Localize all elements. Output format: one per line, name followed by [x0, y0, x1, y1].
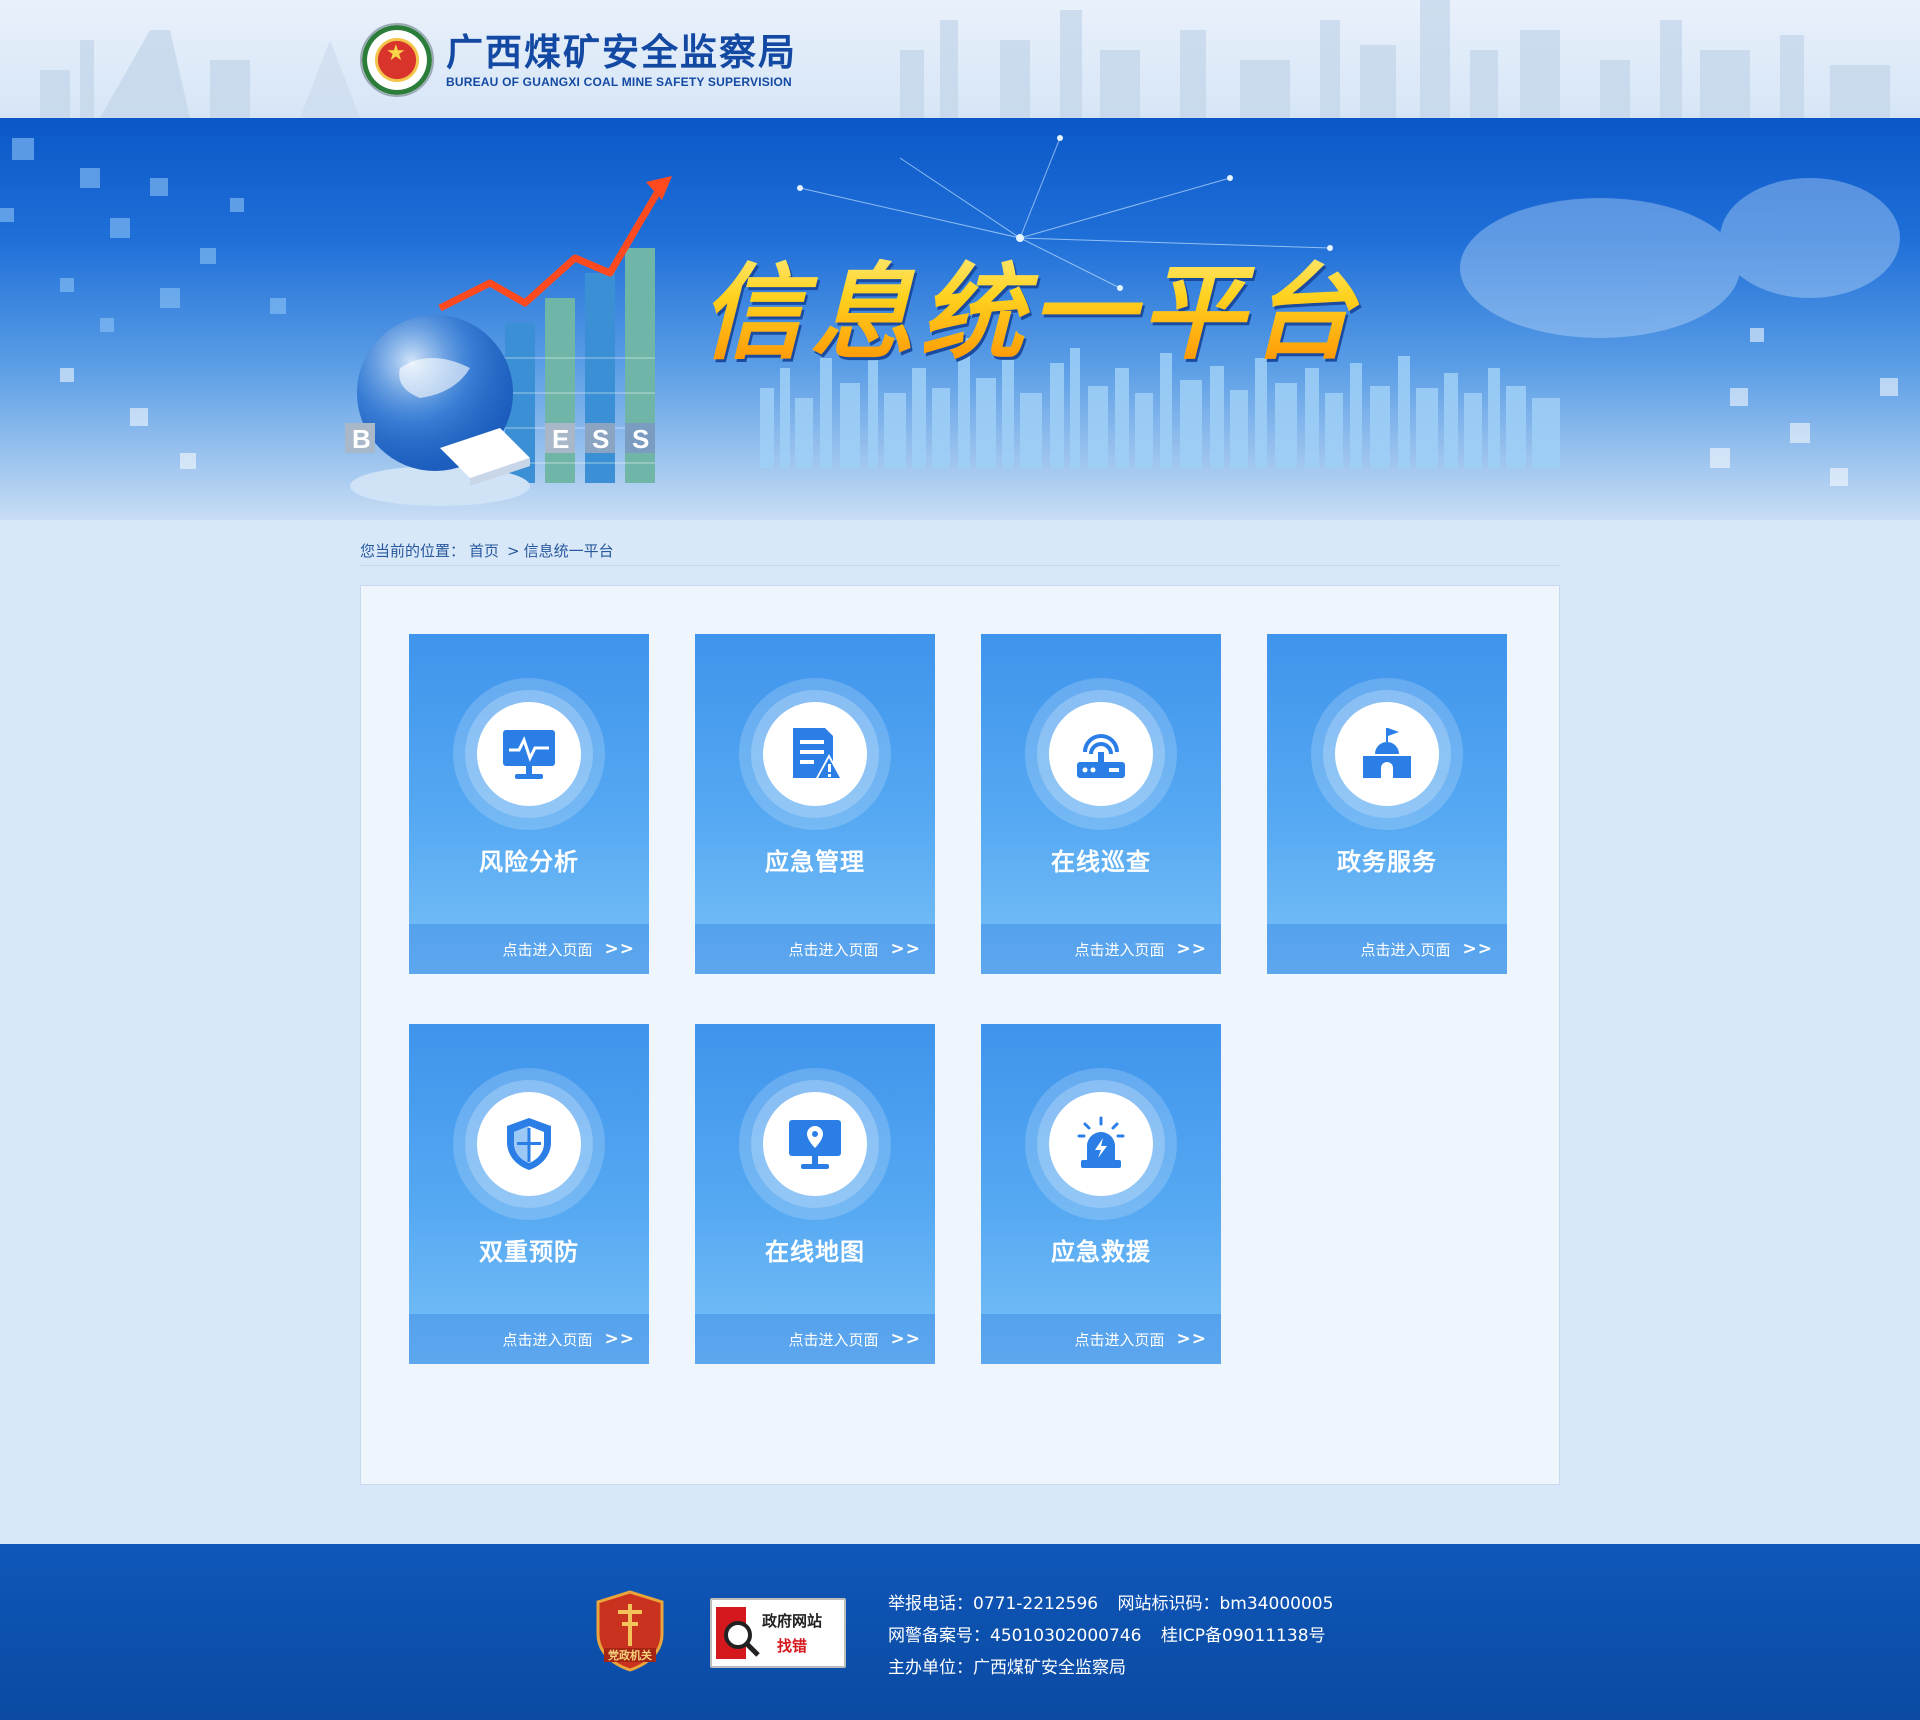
card-label: 双重预防 — [479, 1238, 579, 1266]
magnifier-icon — [716, 1607, 760, 1659]
card-dual-prevention[interactable]: 双重预防 点击进入页面 >> — [409, 1024, 649, 1364]
map-monitor-icon — [789, 1120, 841, 1169]
national-emblem-icon: ★ — [360, 23, 434, 97]
breadcrumb-prefix: 您当前的位置： — [360, 542, 466, 560]
org-name-cn: 广西煤矿安全监察局 — [446, 31, 797, 74]
card-online-inspection[interactable]: 在线巡查 点击进入页面 >> — [981, 634, 1221, 974]
breadcrumb: 您当前的位置： 首页 > 信息统一平台 — [360, 536, 1560, 566]
card-label: 政务服务 — [1337, 848, 1437, 876]
block-letter-s1: S — [592, 424, 609, 454]
card-enter-link[interactable]: 点击进入页面 >> — [1267, 924, 1507, 974]
org-name-en: BUREAU OF GUANGXI COAL MINE SAFETY SUPER… — [446, 75, 792, 89]
report-phone: 举报电话：0771-2212596 — [888, 1594, 1099, 1614]
shield-icon — [507, 1118, 551, 1170]
card-enter-link[interactable]: 点击进入页面 >> — [409, 1314, 649, 1364]
svg-text:党政机关: 党政机关 — [608, 1648, 652, 1662]
party-government-badge[interactable]: 党政机关 — [594, 1590, 666, 1672]
gov-site-error-report-button[interactable]: 政府网站 找错 — [710, 1598, 846, 1668]
block-letter-s2: S — [632, 424, 649, 454]
card-enter-link[interactable]: 点击进入页面 >> — [409, 924, 649, 974]
card-enter-link[interactable]: 点击进入页面 >> — [695, 924, 935, 974]
card-government-service[interactable]: 政务服务 点击进入页面 >> — [1267, 634, 1507, 974]
footer-info: 举报电话：0771-2212596 网站标识码：bm34000005 网警备案号… — [888, 1588, 1347, 1684]
breadcrumb-separator: > — [507, 541, 520, 560]
double-chevron-icon: >> — [604, 939, 635, 959]
double-chevron-icon: >> — [604, 1329, 635, 1349]
double-chevron-icon: >> — [1176, 1329, 1207, 1349]
card-enter-link[interactable]: 点击进入页面 >> — [981, 924, 1221, 974]
card-enter-link[interactable]: 点击进入页面 >> — [695, 1314, 935, 1364]
icp-record[interactable]: 桂ICP备09011138号 — [1161, 1626, 1326, 1646]
site-logo[interactable]: ★ 广西煤矿安全监察局 BUREAU OF GUANGXI COAL MINE … — [360, 22, 797, 98]
double-chevron-icon: >> — [890, 939, 921, 959]
site-code: 网站标识码：bm34000005 — [1117, 1594, 1334, 1614]
card-label: 在线巡查 — [1051, 848, 1151, 876]
card-enter-link[interactable]: 点击进入页面 >> — [981, 1314, 1221, 1364]
card-label: 应急管理 — [765, 848, 865, 876]
breadcrumb-current: 信息统一平台 — [523, 542, 614, 560]
party-government-emblem-icon: 党政机关 — [596, 1590, 664, 1672]
card-online-map[interactable]: 在线地图 点击进入页面 >> — [695, 1024, 935, 1364]
top-header: ★ 广西煤矿安全监察局 BUREAU OF GUANGXI COAL MINE … — [0, 0, 1920, 118]
breadcrumb-home-link[interactable]: 首页 — [469, 540, 499, 561]
gov-site-label: 政府网站 — [762, 1612, 823, 1630]
card-emergency-management[interactable]: 应急管理 点击进入页面 >> — [695, 634, 935, 974]
card-label: 风险分析 — [479, 848, 579, 876]
block-letter-e: E — [552, 424, 569, 454]
error-report-label: 找错 — [777, 1637, 808, 1655]
alarm-siren-icon — [1077, 1116, 1125, 1168]
document-warning-icon — [793, 728, 843, 780]
police-record[interactable]: 网警备案号：45010302000746 — [888, 1626, 1141, 1646]
monitor-pulse-icon — [503, 730, 555, 779]
site-footer: 党政机关 政府网站 找错 举报电话：0771-2212596 网站标识码：bm3… — [0, 1544, 1920, 1720]
app-grid-panel: 风险分析 点击进入页面 >> 应急管理 点击进入页面 >> 在线巡查 点击进入页… — [360, 585, 1560, 1485]
banner-title: 信息统一平台 — [700, 228, 1360, 379]
double-chevron-icon: >> — [1462, 939, 1493, 959]
government-building-icon — [1363, 728, 1411, 778]
skyline-background — [40, 0, 1890, 118]
block-letter-b: B — [352, 424, 371, 454]
sponsor: 主办单位：广西煤矿安全监察局 — [888, 1658, 1126, 1678]
double-chevron-icon: >> — [1176, 939, 1207, 959]
router-signal-icon — [1077, 734, 1125, 778]
card-emergency-rescue[interactable]: 应急救援 点击进入页面 >> — [981, 1024, 1221, 1364]
card-label: 应急救援 — [1051, 1238, 1151, 1266]
card-risk-analysis[interactable]: 风险分析 点击进入页面 >> — [409, 634, 649, 974]
card-label: 在线地图 — [765, 1238, 865, 1266]
double-chevron-icon: >> — [890, 1329, 921, 1349]
hero-banner: B E S S 信息统一平台 — [0, 118, 1920, 520]
